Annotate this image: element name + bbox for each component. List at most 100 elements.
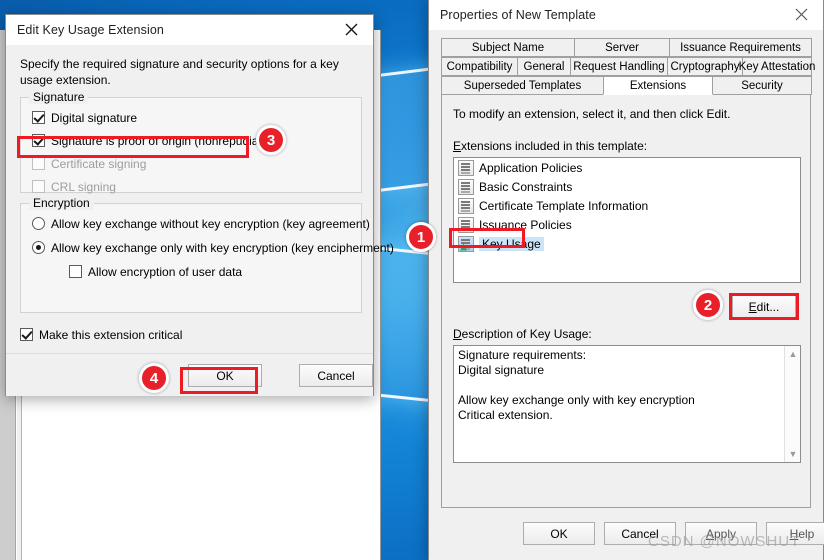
checkbox-certificate-signing-box: [32, 157, 45, 170]
tab-row-1: Subject Name Server Issuance Requirement…: [441, 38, 813, 57]
checkbox-allow-encryption-user-data-box[interactable]: [69, 265, 82, 278]
key-usage-titlebar[interactable]: Edit Key Usage Extension: [6, 15, 373, 45]
description-scrollbar[interactable]: ▲ ▼: [784, 346, 800, 462]
chevron-down-icon[interactable]: ▼: [785, 446, 801, 462]
extensions-listbox[interactable]: Application Policies Basic Constraints C…: [453, 157, 801, 283]
description-label-rest: escription of Key Usage:: [461, 327, 592, 341]
signature-group: Signature Digital signature Signature is…: [20, 90, 362, 196]
checkbox-crl-signing-label: CRL signing: [51, 179, 116, 194]
description-label-accesskey: D: [453, 327, 462, 341]
screen: Edit Key Usage Extension Specify the req…: [0, 0, 824, 560]
callout-badge-4: 4: [139, 363, 169, 393]
key-usage-dialog-title: Edit Key Usage Extension: [17, 22, 164, 37]
edit-button-accesskey: E: [748, 299, 757, 314]
properties-dialog-title: Properties of New Template: [440, 7, 596, 22]
list-item-label: Application Policies: [479, 160, 583, 175]
tab-extensions[interactable]: Extensions: [603, 76, 713, 95]
properties-of-new-template-dialog: Properties of New Template Subject Name …: [428, 0, 824, 560]
tab-cryptography[interactable]: Cryptography: [667, 57, 743, 76]
checkbox-nonrepudiation-box[interactable]: [32, 134, 45, 147]
description-textbox[interactable]: Signature requirements: Digital signatur…: [453, 345, 801, 463]
checkbox-crl-signing: CRL signing: [32, 177, 282, 196]
apply-button-accesskey: A: [705, 526, 714, 541]
properties-button-bar: OK Cancel Apply Help: [429, 508, 824, 560]
radio-key-agreement[interactable]: Allow key exchange without key encryptio…: [32, 214, 394, 233]
list-item-key-usage[interactable]: Key Usage: [454, 234, 800, 253]
callout-badge-3: 3: [256, 125, 286, 155]
description-text: Signature requirements: Digital signatur…: [458, 348, 695, 422]
extension-icon: [458, 178, 474, 195]
radio-key-agreement-dot[interactable]: [32, 217, 45, 230]
extensions-tab-page: To modify an extension, select it, and t…: [441, 95, 811, 508]
checkbox-nonrepudiation[interactable]: Signature is proof of origin (nonrepudia…: [32, 131, 282, 150]
extension-icon: [458, 216, 474, 233]
extensions-list-label-accesskey: E: [453, 139, 462, 153]
properties-dialog-body: Subject Name Server Issuance Requirement…: [429, 30, 824, 560]
help-button-label: elp: [798, 526, 815, 541]
tab-issuance-requirements[interactable]: Issuance Requirements: [669, 38, 812, 57]
list-item[interactable]: Application Policies: [454, 158, 800, 177]
checkbox-make-extension-critical-label: Make this extension critical: [39, 327, 183, 342]
properties-apply-button[interactable]: Apply: [685, 522, 757, 545]
checkbox-digital-signature[interactable]: Digital signature: [32, 108, 282, 127]
checkbox-allow-encryption-user-data-label: Allow encryption of user data: [88, 264, 243, 279]
radio-key-encipherment-label: Allow key exchange only with key encrypt…: [51, 240, 394, 255]
key-usage-ok-button[interactable]: OK: [188, 364, 262, 387]
list-item[interactable]: Certificate Template Information: [454, 196, 800, 215]
checkbox-make-extension-critical-box[interactable]: [20, 328, 33, 341]
list-item[interactable]: Issuance Policies: [454, 215, 800, 234]
radio-key-encipherment-dot[interactable]: [32, 241, 45, 254]
key-usage-cancel-button[interactable]: Cancel: [299, 364, 373, 387]
list-item-label: Key Usage: [479, 236, 544, 251]
tab-request-handling[interactable]: Request Handling: [570, 57, 668, 76]
properties-cancel-button[interactable]: Cancel: [604, 522, 676, 545]
chevron-up-icon[interactable]: ▲: [785, 346, 801, 362]
key-usage-dialog-body: Specify the required signature and secur…: [6, 45, 394, 396]
checkbox-make-extension-critical[interactable]: Make this extension critical: [20, 325, 182, 344]
close-icon[interactable]: [329, 15, 373, 44]
checkbox-certificate-signing: Certificate signing: [32, 154, 282, 173]
list-item[interactable]: Basic Constraints: [454, 177, 800, 196]
description-label: Description of Key Usage:: [453, 327, 592, 341]
checkbox-allow-encryption-user-data[interactable]: Allow encryption of user data: [69, 262, 394, 281]
radio-key-encipherment[interactable]: Allow key exchange only with key encrypt…: [32, 238, 394, 257]
edit-button[interactable]: Edit...: [732, 295, 796, 318]
tab-row-2: Compatibility General Request Handling C…: [441, 57, 815, 76]
tab-subject-name[interactable]: Subject Name: [441, 38, 575, 57]
edit-button-label: dit...: [756, 299, 780, 314]
extensions-list-label: Extensions included in this template:: [453, 139, 647, 153]
properties-ok-button[interactable]: OK: [523, 522, 595, 545]
properties-help-button[interactable]: Help: [766, 522, 824, 545]
tab-general[interactable]: General: [517, 57, 571, 76]
key-usage-extension-icon: [458, 235, 474, 252]
extension-icon: [458, 197, 474, 214]
signature-group-legend: Signature: [29, 90, 89, 104]
help-button-accesskey: H: [789, 526, 799, 541]
checkbox-digital-signature-box[interactable]: [32, 111, 45, 124]
list-item-label: Certificate Template Information: [479, 198, 649, 213]
encryption-group-legend: Encryption: [29, 196, 94, 210]
properties-titlebar[interactable]: Properties of New Template: [429, 0, 823, 30]
tab-strip: Subject Name Server Issuance Requirement…: [441, 38, 815, 96]
tab-compatibility[interactable]: Compatibility: [441, 57, 518, 76]
tab-row-3: Superseded Templates Extensions Security: [441, 76, 813, 95]
tab-server[interactable]: Server: [574, 38, 670, 57]
tab-security[interactable]: Security: [712, 76, 812, 95]
extensions-list-label-rest: xtensions included in this template:: [461, 139, 648, 153]
checkbox-digital-signature-label: Digital signature: [51, 110, 138, 125]
checkbox-nonrepudiation-label: Signature is proof of origin (nonrepudia…: [51, 133, 282, 148]
tab-key-attestation[interactable]: Key Attestation: [739, 57, 815, 76]
extension-icon: [458, 159, 474, 176]
radio-key-agreement-label: Allow key exchange without key encryptio…: [51, 216, 370, 231]
checkbox-crl-signing-box: [32, 180, 45, 193]
extensions-instruction-text: To modify an extension, select it, and t…: [453, 107, 731, 121]
list-item-label: Issuance Policies: [479, 217, 572, 232]
callout-badge-1: 1: [406, 222, 436, 252]
callout-badge-2: 2: [693, 290, 723, 320]
checkbox-certificate-signing-label: Certificate signing: [51, 156, 147, 171]
apply-button-label: pply: [714, 526, 737, 541]
key-usage-button-bar: OK Cancel: [6, 353, 373, 396]
tab-superseded-templates[interactable]: Superseded Templates: [441, 76, 604, 95]
close-icon[interactable]: [779, 0, 823, 29]
edit-key-usage-extension-dialog: Edit Key Usage Extension Specify the req…: [5, 14, 394, 396]
